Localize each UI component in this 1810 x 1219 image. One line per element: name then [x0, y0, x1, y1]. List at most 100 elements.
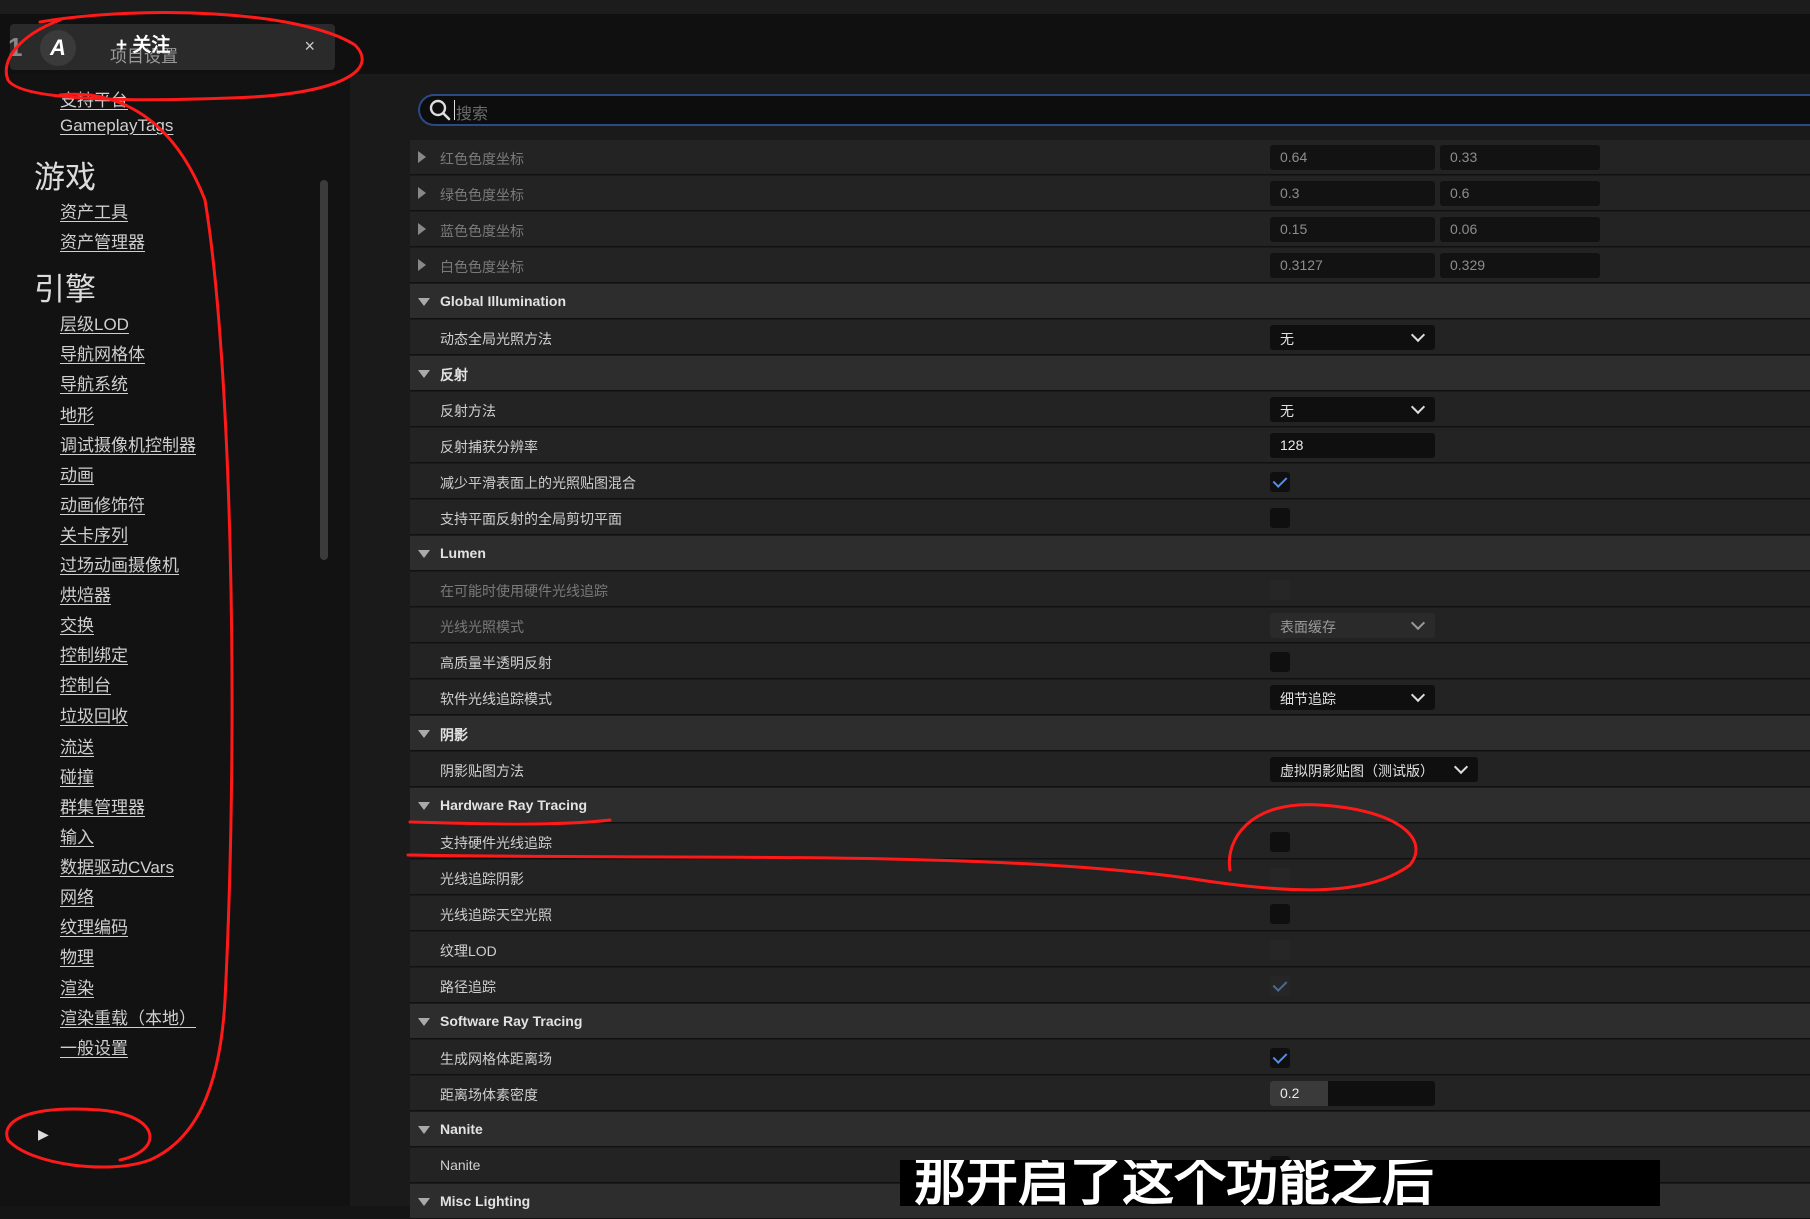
value-y-field[interactable]: 0.33 [1440, 145, 1600, 170]
value-y-field[interactable]: 0.6 [1440, 181, 1600, 206]
property-label: 支持硬件光线追踪 [440, 835, 552, 851]
sidebar-item[interactable]: 纹理编码 [60, 913, 128, 938]
sidebar-item[interactable]: 控制台 [60, 671, 111, 696]
collapse-arrow-icon[interactable] [418, 550, 430, 558]
collapse-arrow-icon[interactable] [418, 730, 430, 738]
rt-skylight-checkbox[interactable] [1270, 904, 1290, 924]
collapse-arrow-icon[interactable] [418, 1198, 430, 1206]
sidebar-item[interactable]: 渲染重载（本地） [60, 1004, 196, 1029]
texture-lod-checkbox[interactable] [1270, 940, 1290, 960]
section-nanite[interactable]: Nanite [410, 1112, 1810, 1147]
top-toolbar-strip [0, 0, 1810, 14]
checkmark-icon [1272, 473, 1288, 488]
reflection-method-dropdown[interactable]: 无 [1270, 397, 1435, 422]
property-label: 减少平滑表面上的光照贴图混合 [440, 475, 636, 491]
section-software-ray-tracing[interactable]: Software Ray Tracing [410, 1004, 1810, 1039]
property-label: 光线光照模式 [440, 619, 524, 635]
chevron-down-icon [1410, 327, 1426, 343]
section-global-illumination[interactable]: Global Illumination [410, 284, 1810, 319]
sidebar-item[interactable]: 流送 [60, 733, 94, 758]
expand-arrow-icon[interactable] [418, 151, 426, 163]
value-y-field[interactable]: 0.329 [1440, 253, 1600, 278]
collapse-arrow-icon[interactable] [418, 1126, 430, 1134]
shadow-map-method-dropdown[interactable]: 虚拟阴影贴图（测试版） [1270, 757, 1478, 782]
sidebar-item[interactable]: 碰撞 [60, 763, 94, 788]
search-input[interactable]: 搜索 [456, 100, 488, 124]
sidebar-item[interactable]: 层级LOD [60, 310, 129, 335]
sidebar-item[interactable]: 网络 [60, 883, 94, 908]
expand-arrow-icon[interactable] [418, 187, 426, 199]
search-box[interactable]: 搜索 [418, 94, 1810, 126]
gi-method-dropdown[interactable]: 无 [1270, 325, 1435, 350]
property-label: 光线追踪阴影 [440, 871, 524, 887]
sidebar-item-supported-platforms[interactable]: 支持平台 [60, 86, 128, 111]
sidebar-item[interactable]: 地形 [60, 401, 94, 426]
distance-field-density-slider[interactable]: 0.2 [1270, 1081, 1435, 1106]
sidebar-item[interactable]: 交换 [60, 611, 94, 636]
value-x-field[interactable]: 0.3127 [1270, 253, 1435, 278]
close-tab-icon[interactable]: × [304, 36, 315, 57]
section-lumen[interactable]: Lumen [410, 536, 1810, 571]
section-label: Hardware Ray Tracing [440, 797, 588, 813]
section-shadows[interactable]: 阴影 [410, 716, 1810, 751]
property-label: 距离场体素密度 [440, 1087, 538, 1103]
follow-button[interactable]: + 关注 [116, 30, 170, 57]
dropdown-value: 无 [1280, 331, 1294, 347]
sidebar-item[interactable]: 垃圾回收 [60, 702, 128, 727]
lighting-mode-dropdown[interactable]: 表面缓存 [1270, 613, 1435, 638]
section-reflection[interactable]: 反射 [410, 356, 1810, 391]
rt-shadows-checkbox[interactable] [1270, 868, 1290, 888]
sidebar-item[interactable]: 控制绑定 [60, 641, 128, 666]
sidebar-item[interactable]: 群集管理器 [60, 793, 145, 818]
collapse-arrow-icon[interactable] [418, 298, 430, 306]
dropdown-value: 无 [1280, 403, 1294, 419]
software-trace-mode-dropdown[interactable]: 细节追踪 [1270, 685, 1435, 710]
value-x-field[interactable]: 0.3 [1270, 181, 1435, 206]
property-row: 白色色度坐标 0.3127 0.329 [410, 248, 1810, 283]
path-tracing-checkbox[interactable] [1270, 976, 1290, 996]
reduce-lightmap-blend-checkbox[interactable] [1270, 472, 1290, 492]
expand-arrow-icon[interactable] [418, 259, 426, 271]
sidebar-scrollbar[interactable] [320, 180, 328, 560]
collapse-arrow-icon[interactable] [418, 802, 430, 810]
planar-clip-checkbox[interactable] [1270, 508, 1290, 528]
sidebar-item[interactable]: 输入 [60, 823, 94, 848]
property-row: 光线追踪天空光照 [410, 896, 1810, 931]
sidebar-item[interactable]: 过场动画摄像机 [60, 551, 179, 576]
value-y-field[interactable]: 0.06 [1440, 217, 1600, 242]
property-label: 红色色度坐标 [440, 151, 524, 167]
sidebar-item-asset-manager[interactable]: 资产管理器 [60, 228, 145, 253]
sidebar-item-asset-tools[interactable]: 资产工具 [60, 198, 128, 223]
sidebar-item[interactable]: 数据驱动CVars [60, 853, 174, 878]
sidebar-item[interactable]: 动画 [60, 461, 94, 486]
collapse-arrow-icon[interactable] [418, 1018, 430, 1026]
value-x-field[interactable]: 0.64 [1270, 145, 1435, 170]
section-label: Nanite [440, 1121, 483, 1137]
support-hardware-ray-tracing-checkbox[interactable] [1270, 832, 1290, 852]
sidebar-item-rendering[interactable]: 渲染 [60, 974, 94, 999]
sidebar-item[interactable]: 导航网格体 [60, 340, 145, 365]
expand-arrow-icon[interactable] [418, 223, 426, 235]
sidebar-item[interactable]: 动画修饰符 [60, 491, 145, 516]
sidebar-item[interactable]: 关卡序列 [60, 521, 128, 546]
sidebar-item[interactable]: 一般设置 [60, 1034, 128, 1059]
sidebar-item[interactable]: 导航系统 [60, 370, 128, 395]
sidebar-item[interactable]: 烘焙器 [60, 581, 111, 606]
property-label: 路径追踪 [440, 979, 496, 995]
sidebar-item-gameplaytags[interactable]: GameplayTags [60, 116, 173, 136]
lumen-hardware-rt-checkbox[interactable] [1270, 580, 1290, 600]
generate-distance-fields-checkbox[interactable] [1270, 1048, 1290, 1068]
section-label: Misc Lighting [440, 1193, 531, 1209]
reflection-resolution-field[interactable]: 128 [1270, 433, 1435, 458]
sidebar-item[interactable]: 物理 [60, 943, 94, 968]
property-row: 支持硬件光线追踪 [410, 824, 1810, 859]
value-x-field[interactable]: 0.15 [1270, 217, 1435, 242]
tab-project-settings[interactable]: 1 A 项目设置 + 关注 × [8, 24, 335, 70]
sidebar-item[interactable]: 调试摄像机控制器 [60, 431, 196, 456]
property-label: 阴影贴图方法 [440, 763, 524, 779]
section-hardware-ray-tracing[interactable]: Hardware Ray Tracing [410, 788, 1810, 823]
expand-arrow-icon[interactable]: ▶ [38, 1126, 49, 1143]
collapse-arrow-icon[interactable] [418, 370, 430, 378]
hq-translucent-checkbox[interactable] [1270, 652, 1290, 672]
dropdown-value: 虚拟阴影贴图（测试版） [1280, 763, 1434, 779]
